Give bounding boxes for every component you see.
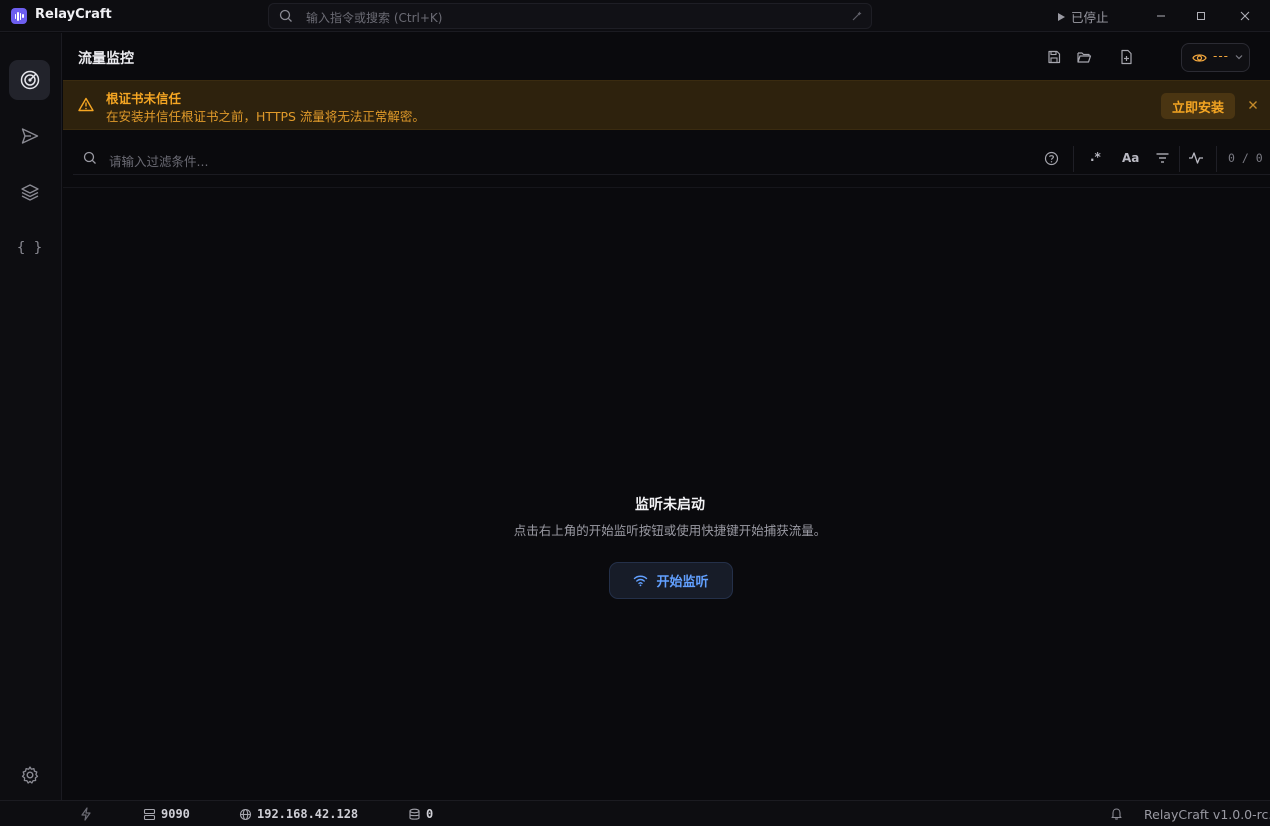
folder-open-icon[interactable] bbox=[1076, 49, 1092, 65]
import-file-icon[interactable] bbox=[1118, 49, 1134, 65]
capture-status-button[interactable]: 已停止 bbox=[1056, 7, 1109, 26]
command-search-input[interactable]: 输入指令或搜索 (Ctrl+K) bbox=[268, 3, 872, 29]
request-count-indicator: 0 bbox=[408, 807, 433, 821]
play-icon bbox=[1056, 12, 1066, 22]
activity-icon[interactable] bbox=[1188, 151, 1204, 165]
toolbar-divider bbox=[1179, 146, 1180, 172]
empty-state-title: 监听未启动 bbox=[635, 497, 705, 513]
minimize-icon[interactable] bbox=[1153, 8, 1169, 24]
layers-icon bbox=[20, 182, 40, 202]
port-value: 9090 bbox=[161, 807, 190, 821]
match-counter: 0 / 0 bbox=[1228, 151, 1263, 165]
settings-button[interactable] bbox=[9, 755, 50, 795]
warning-icon bbox=[78, 97, 94, 112]
request-count-value: 0 bbox=[426, 807, 434, 821]
maximize-icon[interactable] bbox=[1193, 8, 1209, 24]
command-search-placeholder: 输入指令或搜索 (Ctrl+K) bbox=[306, 11, 443, 25]
send-icon bbox=[20, 126, 40, 146]
regex-toggle[interactable]: .* bbox=[1090, 150, 1101, 164]
sidebar-item-composer[interactable] bbox=[9, 116, 50, 156]
toolbar-divider bbox=[1073, 146, 1074, 172]
view-mode-value: --- bbox=[1213, 49, 1229, 63]
server-icon bbox=[143, 808, 156, 821]
empty-state-description: 点击右上角的开始监听按钮或使用快捷键开始捕获流量。 bbox=[513, 523, 827, 538]
globe-icon bbox=[239, 808, 252, 821]
start-capture-button[interactable]: 开始监听 bbox=[609, 562, 733, 599]
braces-icon: { } bbox=[16, 240, 43, 256]
certificate-warning-banner: 根证书未信任 在安装并信任根证书之前，HTTPS 流量将无法正常解密。 立即安装 bbox=[63, 80, 1270, 130]
capture-status-label: 已停止 bbox=[1071, 10, 1109, 25]
sidebar-item-traffic[interactable] bbox=[9, 60, 50, 100]
radar-icon bbox=[19, 69, 41, 91]
list-divider bbox=[63, 187, 1270, 188]
save-icon[interactable] bbox=[1046, 49, 1062, 65]
search-icon bbox=[279, 9, 293, 23]
lightning-icon[interactable] bbox=[79, 807, 93, 821]
filter-icon[interactable] bbox=[1155, 151, 1170, 165]
app-version: RelayCraft v1.0.0-rc.2 bbox=[1144, 807, 1270, 822]
install-certificate-button[interactable]: 立即安装 bbox=[1161, 93, 1235, 119]
app-logo-icon bbox=[11, 8, 27, 24]
toolbar-divider bbox=[1216, 146, 1217, 172]
port-indicator: 9090 bbox=[143, 807, 190, 821]
case-sensitive-toggle[interactable]: Aa bbox=[1122, 151, 1139, 165]
page-title: 流量监控 bbox=[78, 51, 134, 67]
filter-input[interactable]: 请输入过滤条件... .* Aa 0 / 0 bbox=[73, 142, 1270, 175]
view-mode-select[interactable]: --- bbox=[1181, 43, 1250, 72]
gear-icon bbox=[20, 765, 40, 785]
title-bar: RelayCraft 输入指令或搜索 (Ctrl+K) 已停止 bbox=[0, 0, 1270, 32]
wifi-icon bbox=[633, 574, 648, 587]
main-header: 流量监控 --- bbox=[63, 33, 1270, 80]
dismiss-banner-icon[interactable] bbox=[1247, 99, 1259, 111]
banner-message: 在安装并信任根证书之前，HTTPS 流量将无法正常解密。 bbox=[106, 109, 425, 124]
filter-placeholder: 请输入过滤条件... bbox=[109, 154, 209, 169]
eye-icon bbox=[1192, 51, 1207, 65]
ip-indicator: 192.168.42.128 bbox=[239, 807, 358, 821]
search-icon bbox=[83, 151, 97, 165]
close-icon[interactable] bbox=[1237, 8, 1253, 24]
banner-title: 根证书未信任 bbox=[106, 91, 182, 106]
chevron-down-icon bbox=[1234, 53, 1244, 61]
start-capture-label: 开始监听 bbox=[656, 575, 709, 590]
ip-value: 192.168.42.128 bbox=[257, 807, 359, 821]
sparkle-icon bbox=[851, 10, 863, 22]
sidebar-item-rules[interactable] bbox=[9, 172, 50, 212]
bell-icon[interactable] bbox=[1110, 807, 1123, 820]
app-name: RelayCraft bbox=[35, 7, 112, 22]
help-icon[interactable] bbox=[1044, 151, 1059, 166]
status-bar: 9090 192.168.42.128 0 RelayCraft v1.0.0-… bbox=[0, 800, 1270, 826]
sidebar-item-scripts[interactable]: { } bbox=[9, 228, 50, 268]
database-icon bbox=[408, 808, 421, 821]
sidebar: { } bbox=[0, 33, 62, 800]
